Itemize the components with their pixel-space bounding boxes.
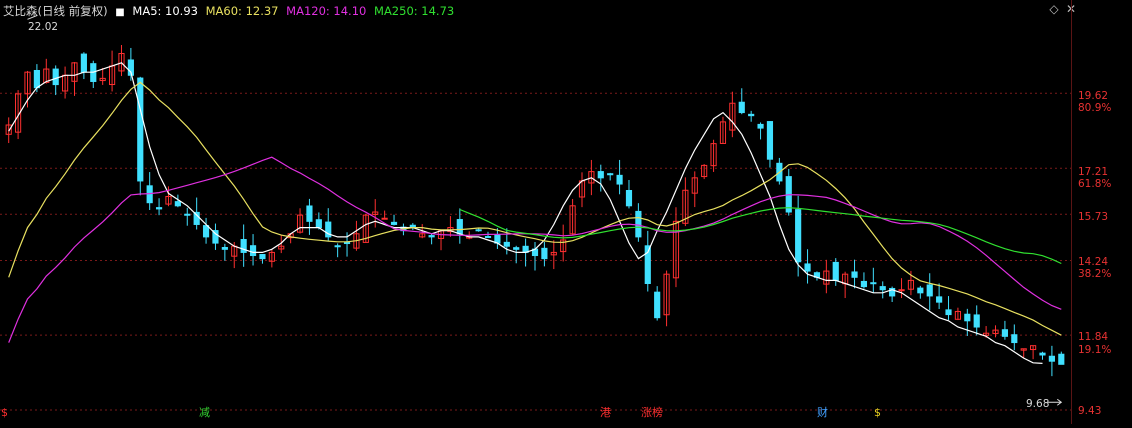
candle-body [597,171,604,179]
candle-body [381,217,388,220]
price-tick-14-24: 14.24 [1078,256,1109,268]
legend-ma120: MA120: 14.10 [286,4,367,18]
event-dollar-right[interactable]: $ [874,406,881,420]
candle-body [334,245,341,248]
candle-body [625,189,633,207]
candle-body [428,235,435,238]
ma5-line [8,62,1043,364]
chart-header: 艾比森(日线 前复权) ■ MA5: 10.93 MA60: 12.37 MA1… [3,3,458,19]
ma60-line [8,81,1062,336]
candle-body [221,247,228,250]
candle-body [315,219,322,229]
price-tick-15-73: 15.73 [1078,211,1109,223]
candle-body [917,287,924,294]
candle-body [259,254,266,260]
candle-body [635,210,642,238]
settings-square-icon[interactable]: ■ [115,7,124,18]
price-axis-line [1071,0,1072,424]
candle-body [456,219,463,235]
candle-body [1001,329,1008,337]
candle-body [52,68,59,86]
ma250-line [459,207,1062,265]
event-zhangtingbang[interactable]: 涨榜 [641,406,663,420]
candle-body [936,296,943,303]
candle-body [607,173,614,176]
candle-body [513,247,520,250]
candle-body [851,271,858,278]
price-tick-19-62: 19.62 [1078,90,1109,102]
candle-body [541,247,548,260]
low-marker-arrow [1047,398,1063,406]
candle-body [155,207,163,210]
candle-body [804,263,811,272]
candle-body [306,205,313,222]
event-dollar-left[interactable]: $ [1,406,8,420]
candle-body [33,69,40,89]
candle-body [1048,355,1055,362]
candle-body [964,313,971,322]
candle-body [926,284,933,297]
candle-body [174,201,181,207]
legend-ma60: MA60: 12.37 [205,4,279,18]
candle-body [766,121,774,160]
candle-body [475,229,482,232]
candle-body [748,113,755,117]
candle-body [738,101,745,114]
candle-body [1011,334,1018,344]
candle-body [1058,353,1065,365]
candle-body [137,77,144,182]
pct-tick-38-2: 38.2% [1078,268,1112,280]
candle-body [945,309,952,316]
candle-body [249,245,257,257]
candle-body [757,123,764,129]
candle-body [202,225,210,238]
diamond-toggle-icon[interactable]: ◇ [1047,2,1061,16]
candle-body [973,314,980,328]
candle-body [879,286,886,291]
candle-body [343,242,351,245]
candle-body [80,53,87,73]
high-price-annotation: 22.02 [28,21,59,33]
pct-tick-80-9: 80.9% [1078,102,1112,114]
event-jian[interactable]: 减 [199,406,210,420]
pct-tick-61-8: 61.8% [1078,178,1112,190]
chart-canvas [0,14,1071,411]
candle-body [503,241,510,247]
candle-body [484,236,492,239]
candle-body [616,174,623,185]
candle-body [870,282,877,285]
candle-body [795,209,802,263]
candle-body [1039,352,1046,356]
price-tick-9-43: 9.43 [1078,405,1102,417]
candle-body [832,261,839,281]
price-tick-11-84: 11.84 [1078,331,1109,343]
candle-body [898,289,905,292]
low-price-annotation: 9.68 [1026,398,1050,410]
legend-ma250: MA250: 14.73 [374,4,455,18]
candle-body [654,291,661,319]
event-gang[interactable]: 港 [600,406,611,420]
candle-body [193,211,200,225]
pct-tick-19-1: 19.1% [1078,344,1112,356]
event-cai[interactable]: 财 [817,406,828,420]
price-tick-17-21: 17.21 [1078,166,1109,178]
stock-title: 艾比森(日线 前复权) [3,4,108,18]
candle-body [390,221,398,225]
kline-chart[interactable]: 艾比森(日线 前复权) ■ MA5: 10.93 MA60: 12.37 MA1… [0,0,1132,424]
candle-body [184,213,191,216]
candle-body [860,280,868,288]
legend-ma5: MA5: 10.93 [132,4,198,18]
